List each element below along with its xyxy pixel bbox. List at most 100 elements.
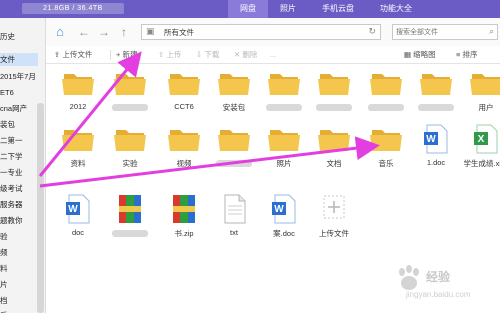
- up-icon[interactable]: ↑: [116, 24, 132, 40]
- svg-text:W: W: [68, 204, 78, 215]
- file-item[interactable]: [110, 194, 150, 254]
- delete-button: ✕ 删除: [234, 50, 258, 59]
- file-item[interactable]: txt: [214, 194, 254, 254]
- file-item[interactable]: 用户: [466, 68, 500, 128]
- sidebar-item[interactable]: 二第一: [0, 134, 38, 147]
- view-mode-label: 缩略图: [413, 50, 436, 59]
- sidebar-item[interactable]: 一专业: [0, 166, 38, 179]
- top-bar: 21.8GB / 36.4TB 网盘 照片 手机云盘 功能大全: [0, 0, 500, 18]
- sidebar-item[interactable]: cna网产: [0, 102, 38, 115]
- upload-file-tile[interactable]: 上传文件: [314, 194, 354, 254]
- sidebar-item[interactable]: 片: [0, 278, 38, 291]
- sidebar-item[interactable]: 频: [0, 246, 38, 259]
- path-bar[interactable]: ▣ 所有文件 ↻: [141, 24, 381, 40]
- tab-photos[interactable]: 照片: [268, 0, 308, 18]
- sidebar-item[interactable]: 级考试: [0, 182, 38, 195]
- folder-icon: [466, 68, 500, 98]
- sidebar-item[interactable]: 服务器: [0, 198, 38, 211]
- folder-icon: [314, 68, 354, 98]
- tab-netdisk[interactable]: 网盘: [228, 0, 268, 18]
- tab-phone-cloud[interactable]: 手机云盘: [312, 0, 364, 18]
- folder-icon: [366, 124, 406, 154]
- file-item[interactable]: 2012: [58, 68, 98, 128]
- home-icon[interactable]: ⌂: [52, 24, 68, 40]
- zip-archive-icon: [164, 194, 204, 224]
- text-file-icon: [214, 194, 254, 224]
- file-item[interactable]: 文档: [314, 124, 354, 184]
- redacted-name: [216, 160, 252, 167]
- redacted-name: [112, 230, 148, 237]
- sidebar-item[interactable]: 乐: [0, 309, 38, 313]
- sidebar-item-files[interactable]: 文件: [0, 53, 38, 66]
- nav-row: ⌂ ← → ↑ ▣ 所有文件 ↻ ⌕: [46, 18, 500, 46]
- file-item[interactable]: Wdoc: [58, 194, 98, 254]
- sidebar-item[interactable]: 二下学: [0, 150, 38, 163]
- redacted-name: [368, 104, 404, 111]
- folder-icon: [416, 68, 456, 98]
- forward-icon[interactable]: →: [96, 24, 112, 40]
- folder-icon: [164, 68, 204, 98]
- sidebar-item[interactable]: 档: [0, 294, 38, 307]
- new-button[interactable]: + 新建: [116, 49, 137, 61]
- sidebar-item[interactable]: ET6: [0, 86, 38, 99]
- refresh-icon[interactable]: ↻: [368, 26, 376, 37]
- file-item[interactable]: [110, 68, 150, 128]
- file-item[interactable]: [416, 68, 456, 128]
- watermark-text: 经验: [426, 270, 451, 284]
- sort-label: 排序: [462, 50, 478, 59]
- back-icon[interactable]: ←: [76, 24, 92, 40]
- more-button: ...: [270, 50, 277, 59]
- sidebar-item[interactable]: 验: [0, 230, 38, 243]
- file-item[interactable]: CCT6: [164, 68, 204, 128]
- search-box[interactable]: ⌕: [392, 24, 498, 40]
- sidebar: 历史 文件 2015年7月 ET6 cna网产 装包 二第一 二下学 一专业 级…: [0, 18, 46, 313]
- sort-button[interactable]: ≡ 排序: [456, 49, 477, 61]
- file-name: 视频: [176, 159, 192, 168]
- sidebar-item-history[interactable]: 历史: [0, 30, 38, 43]
- svg-text:X: X: [478, 134, 485, 145]
- sidebar-item[interactable]: 料: [0, 262, 38, 275]
- excel-icon: X: [466, 124, 500, 154]
- file-name: CCT6: [174, 102, 194, 111]
- file-item[interactable]: 书.zip: [164, 194, 204, 254]
- view-mode-button[interactable]: ▦ 缩略图: [404, 49, 436, 61]
- file-item[interactable]: W 案.doc: [264, 194, 304, 254]
- file-item[interactable]: X 学生成绩.xlsx: [464, 124, 500, 184]
- file-name: 用户: [478, 103, 494, 112]
- file-item[interactable]: 照片: [264, 124, 304, 184]
- file-item[interactable]: 视频: [164, 124, 204, 184]
- file-item[interactable]: 安装包: [214, 68, 254, 128]
- file-item[interactable]: 资料: [58, 124, 98, 184]
- path-text: 所有文件: [164, 28, 194, 37]
- file-item[interactable]: [366, 68, 406, 128]
- file-name: 资料: [70, 159, 86, 168]
- file-item[interactable]: [264, 68, 304, 128]
- file-name: 音乐: [378, 159, 394, 168]
- word-doc-icon: W: [264, 194, 304, 224]
- tab-features[interactable]: 功能大全: [370, 0, 422, 18]
- redacted-name: [316, 104, 352, 111]
- folder-icon: [110, 124, 150, 154]
- sidebar-item[interactable]: 装包: [0, 118, 38, 131]
- word-doc-icon: W: [416, 124, 456, 154]
- upload-button[interactable]: ⇪ 上传文件: [54, 49, 92, 61]
- zip-archive-icon: [110, 194, 150, 224]
- file-item[interactable]: [314, 68, 354, 128]
- file-name: 学生成绩.xlsx: [463, 159, 500, 168]
- toolbar-divider: [110, 50, 111, 60]
- search-icon[interactable]: ⌕: [489, 26, 494, 37]
- file-item[interactable]: W 1.doc: [416, 124, 456, 184]
- svg-text:W: W: [426, 134, 436, 145]
- search-input[interactable]: [396, 26, 482, 38]
- file-name: 书.zip: [174, 229, 194, 238]
- sidebar-scrollbar[interactable]: [37, 103, 44, 313]
- sidebar-item[interactable]: 2015年7月: [0, 70, 38, 83]
- file-item[interactable]: 音乐: [366, 124, 406, 184]
- file-item[interactable]: 实验: [110, 124, 150, 184]
- folder-icon: [110, 68, 150, 98]
- file-name: 案.doc: [273, 229, 295, 238]
- file-item[interactable]: [214, 124, 254, 184]
- add-upload-icon: [314, 194, 354, 224]
- file-name: 照片: [276, 159, 292, 168]
- sidebar-item[interactable]: 题教你: [0, 214, 38, 227]
